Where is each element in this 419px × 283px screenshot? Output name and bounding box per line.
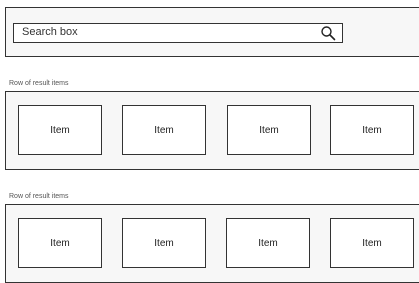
- result-item[interactable]: Item: [122, 105, 206, 155]
- result-item[interactable]: Item: [227, 105, 311, 155]
- result-item[interactable]: Item: [18, 218, 102, 268]
- search-icon[interactable]: [320, 25, 336, 41]
- result-item[interactable]: Item: [18, 105, 102, 155]
- row-2-label: Row of result items: [9, 193, 69, 200]
- results-row-2: Item Item Item Item: [5, 204, 419, 283]
- result-item[interactable]: Item: [122, 218, 206, 268]
- search-input[interactable]: Search box: [13, 23, 343, 43]
- results-row-1: Item Item Item Item: [5, 91, 419, 170]
- result-item[interactable]: Item: [330, 218, 414, 268]
- search-placeholder: Search box: [22, 26, 78, 38]
- result-item[interactable]: Item: [330, 105, 414, 155]
- row-1-label: Row of result items: [9, 80, 69, 87]
- result-item[interactable]: Item: [226, 218, 310, 268]
